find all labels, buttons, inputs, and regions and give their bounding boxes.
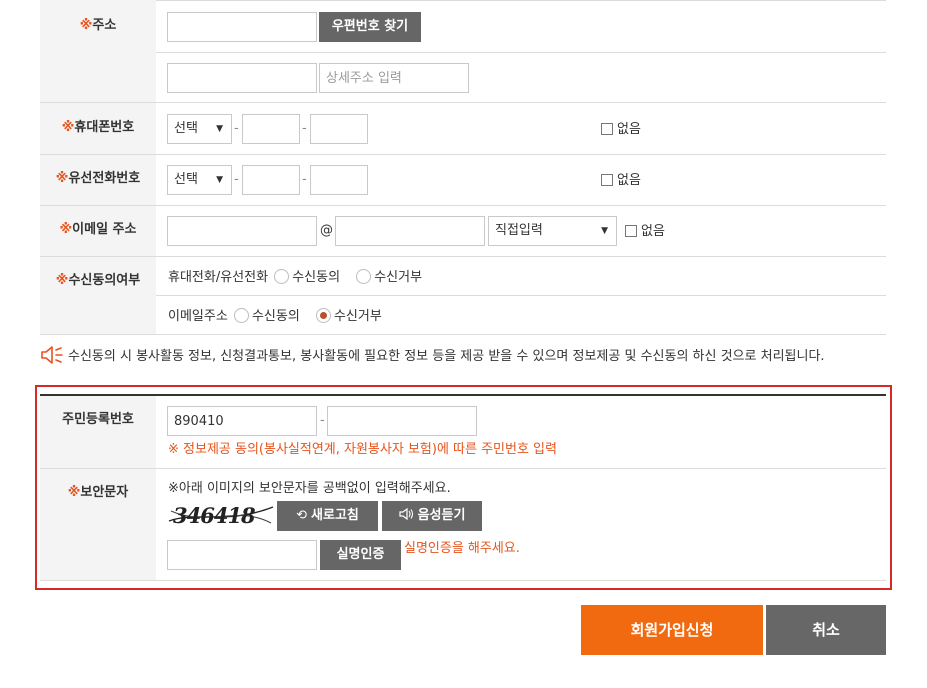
captcha-input[interactable] — [167, 540, 317, 570]
landline-last-input[interactable] — [310, 165, 368, 195]
consent-email-group: 이메일주소 수신동의 수신거부 — [168, 308, 382, 324]
radio-icon — [233, 308, 249, 323]
security-instruction: ※아래 이미지의 보안문자를 공백없이 입력해주세요. — [168, 481, 451, 496]
address-row: ※주소 우편번호 찾기 — [40, 0, 886, 103]
dash-separator: - — [320, 413, 325, 428]
captcha-audio-button[interactable]: 음성듣기 — [382, 501, 482, 531]
radio-icon — [356, 269, 372, 284]
email-id-input[interactable] — [167, 216, 317, 246]
email-none-checkbox[interactable]: 없음 — [625, 224, 665, 240]
resident-front-input[interactable] — [167, 406, 317, 436]
landline-middle-input[interactable] — [242, 165, 300, 195]
email-agree-radio[interactable]: 수신동의 — [232, 308, 300, 324]
address-detail-input[interactable] — [319, 63, 469, 93]
mobile-middle-input[interactable] — [242, 114, 300, 144]
consent-phone-group: 휴대전화/유선전화 수신동의 수신거부 — [168, 269, 423, 285]
consent-notice: 수신동의 시 봉사활동 정보, 신청결과통보, 봉사활동에 필요한 정보 등을 … — [40, 345, 825, 365]
landline-label: ※유선전화번호 — [40, 155, 156, 205]
checkbox-icon — [601, 174, 613, 186]
resident-note: ※ 정보제공 동의(봉사실적연계, 자원봉사자 보험)에 따른 주민번호 입력 — [168, 442, 557, 457]
verify-message: 실명인증을 해주세요. — [404, 541, 520, 556]
security-row: ※보안문자 ※아래 이미지의 보안문자를 공백없이 입력해주세요. 346418… — [40, 469, 886, 581]
email-domain-select[interactable]: 직접입력 ▼ — [488, 216, 617, 246]
mobile-none-checkbox[interactable]: 없음 — [601, 122, 641, 138]
phone-refuse-radio[interactable]: 수신거부 — [354, 269, 422, 285]
mobile-last-input[interactable] — [310, 114, 368, 144]
consent-divider — [156, 295, 886, 296]
captcha-image: 346418 — [167, 501, 275, 531]
at-sign: @ — [320, 223, 333, 238]
zip-search-button[interactable]: 우편번호 찾기 — [319, 12, 421, 42]
cancel-button[interactable]: 취소 — [766, 605, 886, 655]
resident-back-input[interactable] — [327, 406, 477, 436]
dash-separator: - — [234, 121, 239, 136]
chevron-down-icon: ▼ — [601, 226, 608, 236]
submit-signup-button[interactable]: 회원가입신청 — [581, 605, 763, 655]
mobile-prefix-select[interactable]: 선택 ▼ — [167, 114, 232, 144]
dash-separator: - — [302, 172, 307, 187]
landline-none-checkbox[interactable]: 없음 — [601, 173, 641, 189]
checkbox-icon — [625, 225, 637, 237]
address-label: ※주소 — [40, 0, 156, 102]
captcha-refresh-button[interactable]: ⟲ 새로고침 — [277, 501, 378, 531]
radio-selected-icon — [315, 308, 331, 323]
dash-separator: - — [302, 121, 307, 136]
dash-separator: - — [234, 172, 239, 187]
email-refuse-radio[interactable]: 수신거부 — [314, 308, 382, 324]
captcha-text: 346418 — [173, 503, 256, 528]
mobile-row: ※휴대폰번호 선택 ▼ - - 없음 — [40, 103, 886, 155]
email-domain-input[interactable] — [335, 216, 485, 246]
chevron-down-icon: ▼ — [216, 175, 223, 185]
address-main-input[interactable] — [167, 63, 317, 93]
consent-label: ※수신동의여부 — [40, 257, 156, 334]
consent-row: ※수신동의여부 휴대전화/유선전화 수신동의 수신거부 이메일주소 수신동의 수… — [40, 257, 886, 335]
speaker-icon — [398, 507, 413, 521]
email-label: ※이메일 주소 — [40, 206, 156, 256]
address-divider — [156, 52, 886, 53]
checkbox-icon — [601, 123, 613, 135]
refresh-icon: ⟲ — [296, 508, 308, 523]
verify-button[interactable]: 실명인증 — [320, 540, 401, 570]
phone-agree-radio[interactable]: 수신동의 — [272, 269, 340, 285]
zipcode-input[interactable] — [167, 12, 317, 42]
security-label: ※보안문자 — [40, 469, 156, 580]
speaker-icon — [41, 346, 63, 364]
email-row: ※이메일 주소 @ 직접입력 ▼ 없음 — [40, 206, 886, 257]
landline-prefix-select[interactable]: 선택 ▼ — [167, 165, 232, 195]
chevron-down-icon: ▼ — [216, 124, 223, 134]
resident-label: 주민등록번호 — [40, 396, 156, 468]
landline-row: ※유선전화번호 선택 ▼ - - 없음 — [40, 155, 886, 206]
mobile-label: ※휴대폰번호 — [40, 103, 156, 154]
resident-row: 주민등록번호 - ※ 정보제공 동의(봉사실적연계, 자원봉사자 보험)에 따른… — [40, 396, 886, 469]
radio-icon — [274, 269, 290, 284]
